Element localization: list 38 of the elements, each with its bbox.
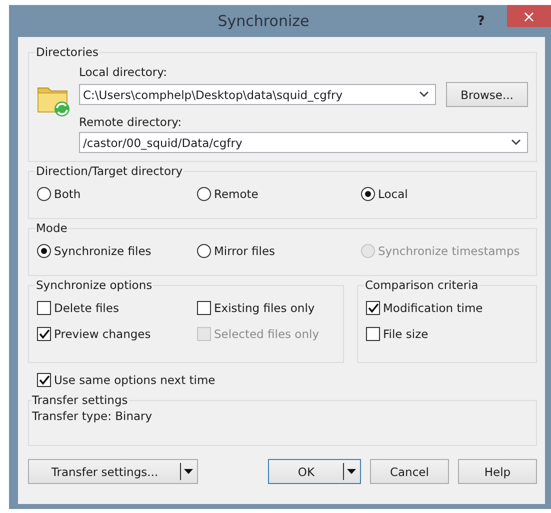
local-directory-combobox[interactable]: C:\Users\comphelp\Desktop\data\squid_cgfry — [79, 84, 436, 105]
dropdown-arrow-icon — [346, 469, 356, 474]
checkbox[interactable]: File size — [366, 326, 528, 342]
checkbox[interactable]: Delete files — [37, 300, 197, 316]
checkbox[interactable]: Use same options next time — [37, 372, 216, 388]
close-button[interactable]: × — [507, 5, 551, 27]
group-title: Transfer settings — [31, 393, 129, 407]
field-label: Local directory: — [79, 65, 167, 79]
radio-button[interactable]: Mirror files — [197, 243, 361, 259]
dropdown-arrow-icon — [184, 469, 194, 474]
checkbox[interactable]: Modification time — [366, 300, 528, 316]
field-label: Remote directory: — [79, 115, 182, 129]
group-title: Comparison criteria — [364, 278, 480, 292]
checkmark-icon — [38, 375, 50, 385]
checkbox[interactable]: Preview changes — [37, 326, 197, 342]
radio-button[interactable]: Synchronize files — [37, 243, 197, 259]
checkmark-icon — [368, 303, 378, 313]
remote-directory-combobox[interactable]: /castor/00_squid/Data/cgfry — [79, 132, 528, 153]
radio-button[interactable]: Remote — [197, 186, 361, 202]
group-title: Synchronize options — [35, 278, 154, 292]
window-title: Synchronize — [216, 12, 310, 30]
dialog-button[interactable]: Transfer settings... — [28, 459, 198, 484]
dialog-button[interactable]: OK — [268, 459, 361, 484]
chevron-icon — [419, 91, 429, 98]
transfer-type-text: Transfer type: Binary — [32, 409, 152, 423]
help-button[interactable]: ? — [469, 10, 493, 32]
checkbox[interactable]: Existing files only — [197, 300, 335, 316]
radio-button[interactable]: Both — [37, 186, 197, 202]
radio-button[interactable]: Local — [361, 186, 528, 202]
group-title: Mode — [35, 221, 68, 235]
group-title: Directories — [35, 45, 100, 59]
checkmark-icon — [38, 329, 50, 339]
folder-sync-icon — [38, 88, 70, 116]
browse-button[interactable]: Browse... — [446, 82, 528, 107]
group-title: Direction/Target directory — [35, 164, 184, 178]
dialog-button[interactable]: Cancel — [370, 459, 449, 484]
chevron-icon — [511, 139, 521, 146]
dialog-button[interactable]: Help — [458, 459, 537, 484]
